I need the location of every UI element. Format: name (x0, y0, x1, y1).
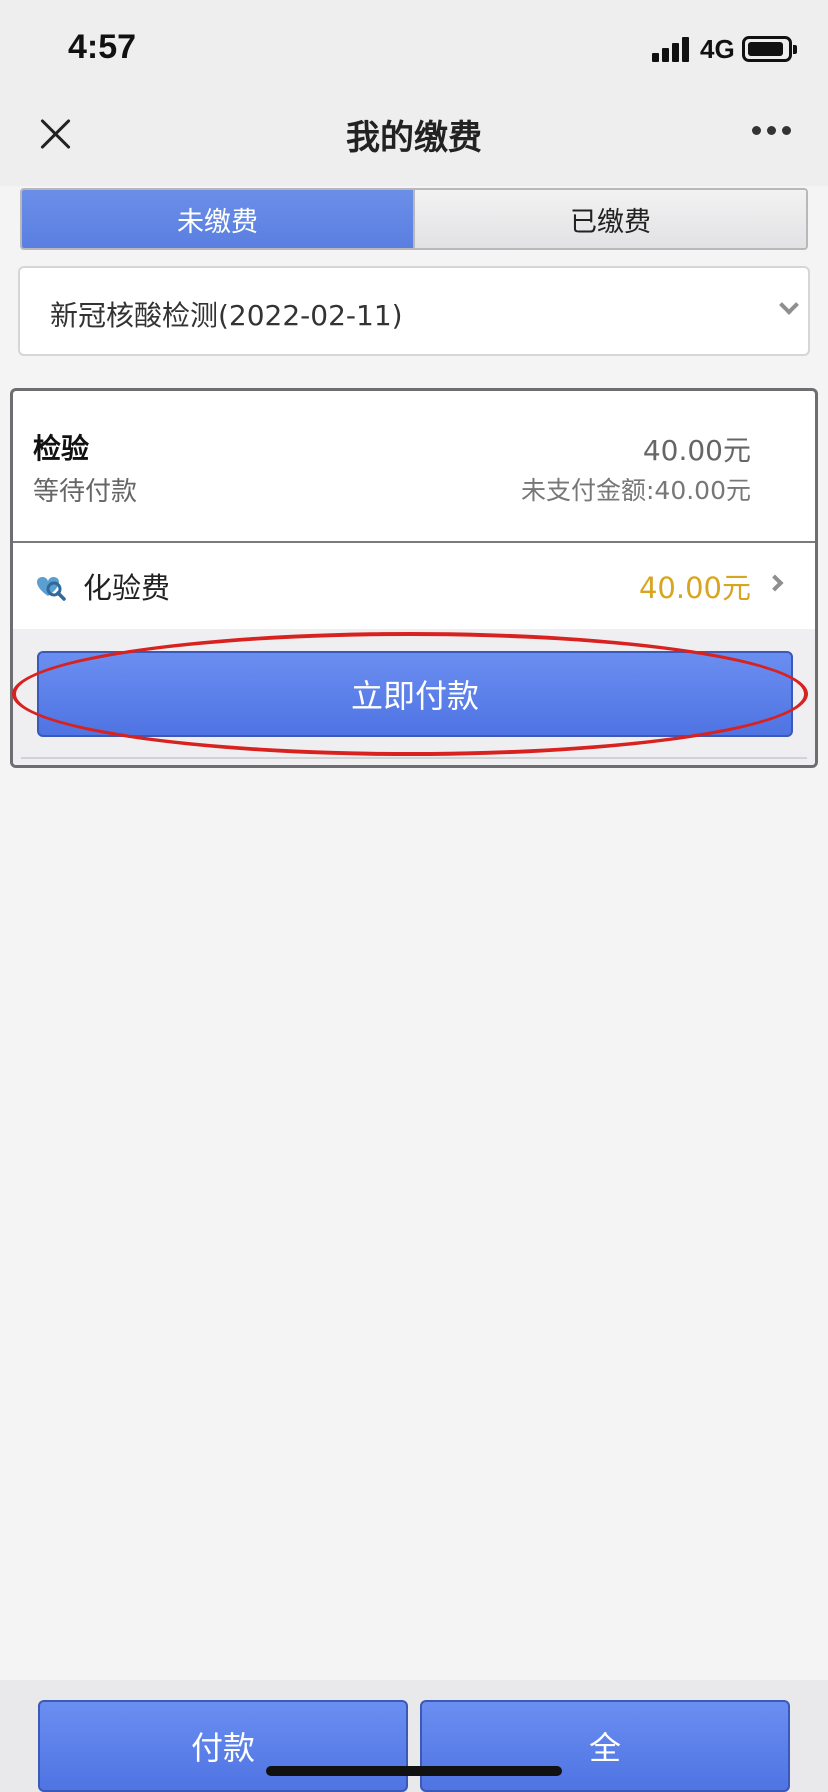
status-bar: 4:57 4G (0, 0, 828, 100)
bottom-pay-button[interactable]: 付款 (38, 1700, 408, 1792)
status-time: 4:57 (68, 28, 137, 66)
visit-selector-value: 新冠核酸检测(2022-02-11) (50, 299, 403, 332)
bill-unpaid-amount: 未支付金额:40.00元 (521, 476, 751, 505)
pay-area-divider (21, 757, 807, 759)
signal-icon (652, 36, 692, 62)
visit-selector[interactable]: 新冠核酸检测(2022-02-11) (18, 266, 810, 356)
bottom-all-button[interactable]: 全 (420, 1700, 790, 1792)
bill-status: 等待付款 (33, 477, 138, 507)
fee-name: 化验费 (83, 571, 171, 605)
bill-type: 检验 (33, 432, 90, 465)
tab-unpaid[interactable]: 未缴费 (22, 190, 413, 248)
nav-bar: 我的缴费 (0, 100, 828, 186)
payment-tabs: 未缴费 已缴费 (20, 188, 808, 250)
chevron-down-icon (779, 295, 799, 315)
page-title: 我的缴费 (346, 118, 482, 158)
tab-paid[interactable]: 已缴费 (413, 190, 806, 248)
bill-summary: 检验 等待付款 40.00元 未支付金额:40.00元 (13, 391, 815, 543)
lab-test-icon (37, 576, 66, 601)
home-indicator (266, 1766, 562, 1776)
fee-amount: 40.00元 (638, 571, 751, 605)
bill-amount: 40.00元 (642, 434, 751, 467)
chevron-right-icon (766, 574, 784, 592)
battery-icon (742, 36, 797, 62)
more-icon[interactable] (752, 126, 792, 136)
highlight-annotation (12, 632, 808, 756)
fee-row[interactable]: 化验费 40.00元 (13, 543, 815, 629)
network-label: 4G (700, 34, 735, 64)
